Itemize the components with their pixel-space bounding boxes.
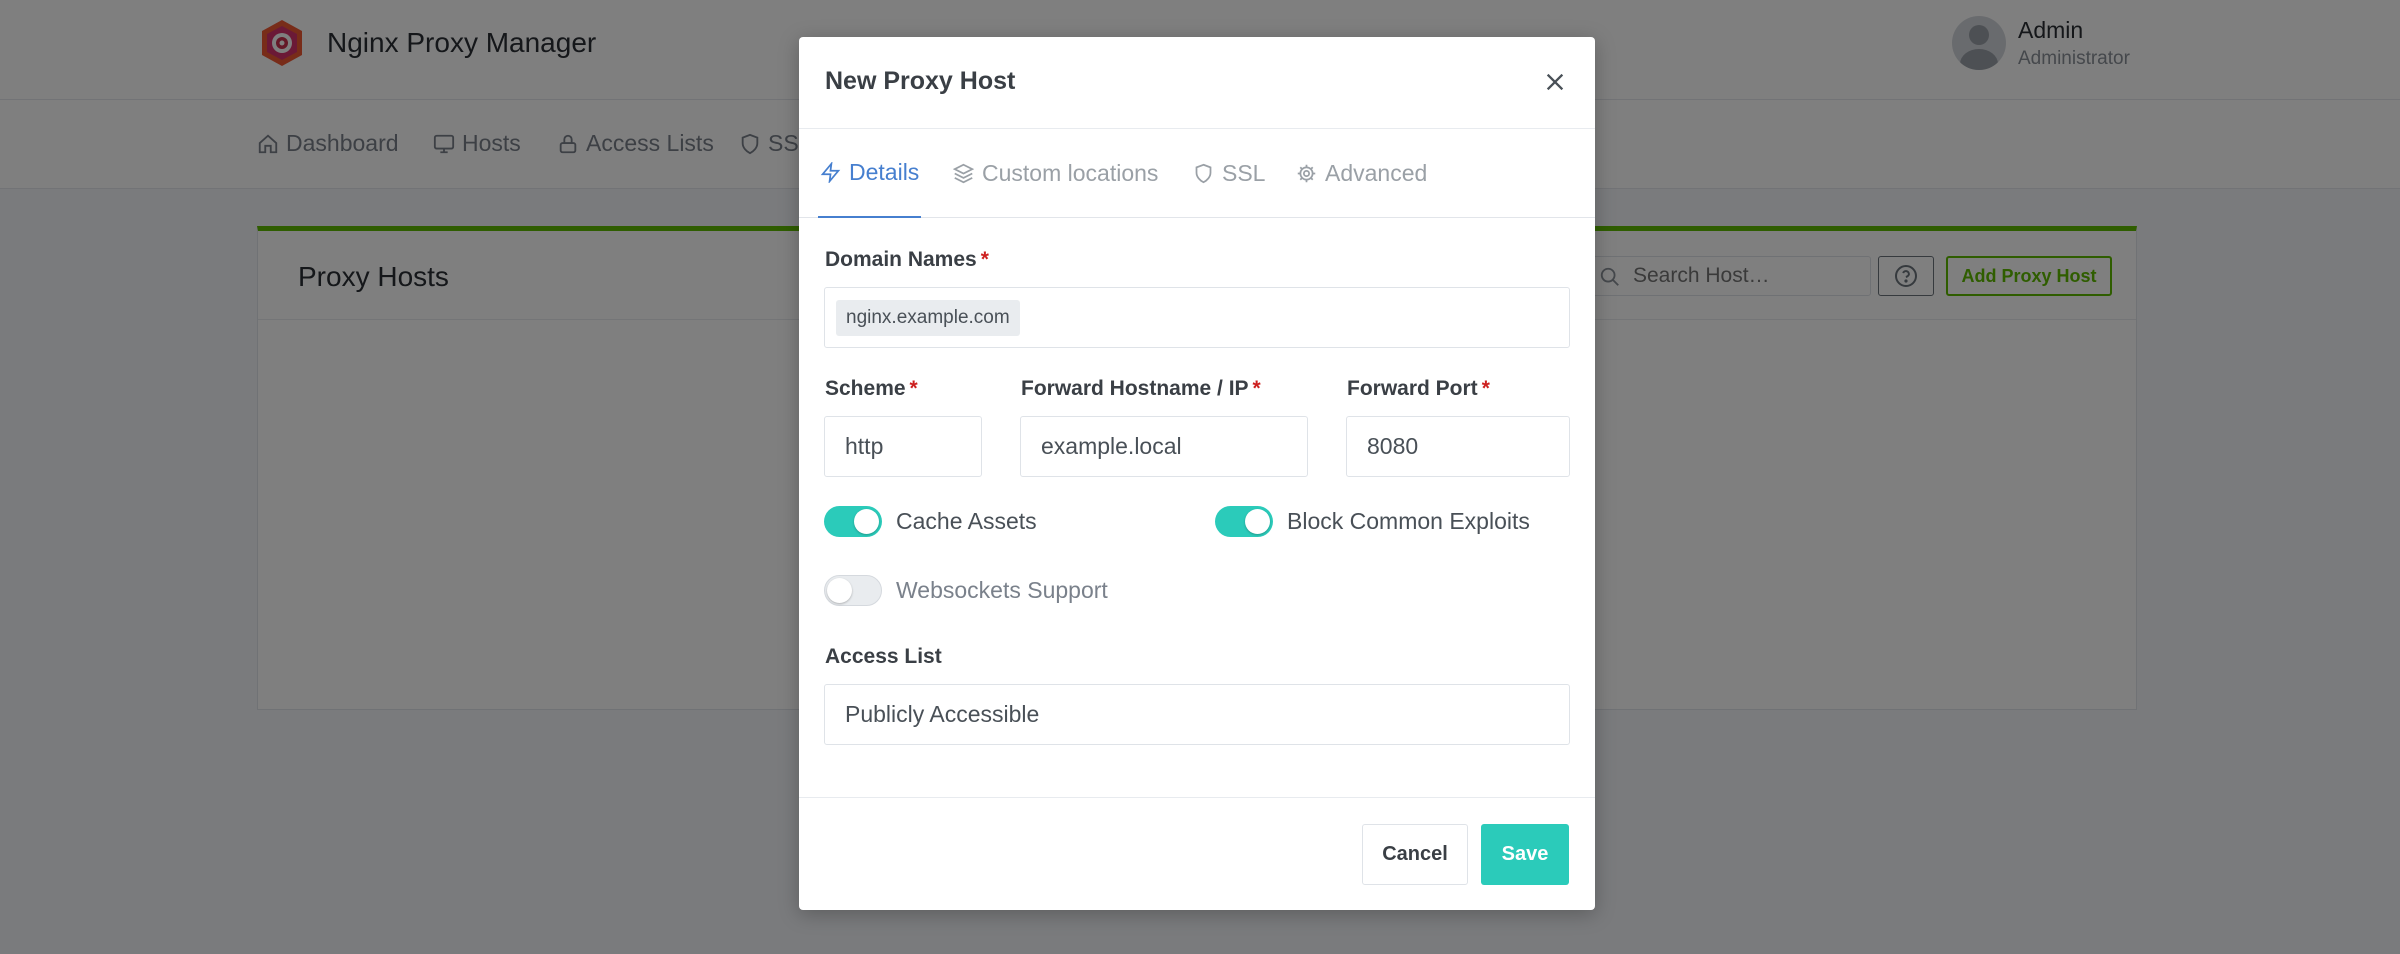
save-button[interactable]: Save [1481, 824, 1569, 885]
access-list-label: Access List [825, 645, 942, 668]
domain-tag[interactable]: nginx.example.com [836, 299, 1020, 336]
scheme-label: Scheme * [825, 377, 918, 400]
zap-icon [820, 162, 841, 183]
block-exploits-toggle-row[interactable]: Block Common Exploits [1215, 506, 1530, 537]
access-list-value: Publicly Accessible [845, 701, 1040, 727]
websockets-toggle-row[interactable]: Websockets Support [824, 575, 1108, 606]
modal-tabs: Details Custom locations SSL Advanced [799, 129, 1595, 218]
tab-details[interactable]: Details [818, 129, 922, 218]
access-list-select[interactable]: Publicly Accessible [824, 684, 1570, 745]
required-mark: * [980, 248, 989, 271]
close-icon [1546, 73, 1564, 91]
tab-ssl[interactable]: SSL [1193, 129, 1265, 218]
tab-label: Details [849, 159, 920, 185]
shield-icon [1195, 163, 1212, 184]
new-proxy-host-modal: New Proxy Host Details Custom locations … [799, 37, 1595, 910]
modal-footer: Cancel Save [799, 797, 1595, 910]
forward-port-input[interactable]: 8080 [1346, 416, 1570, 477]
gear-icon [1297, 164, 1316, 183]
tab-label: Advanced [1325, 160, 1428, 186]
required-mark: * [1481, 377, 1490, 400]
block-exploits-label: Block Common Exploits [1287, 508, 1530, 534]
websockets-label: Websockets Support [896, 577, 1108, 603]
tab-label: Custom locations [982, 160, 1159, 186]
scheme-select[interactable]: http [824, 416, 982, 477]
cancel-button[interactable]: Cancel [1362, 824, 1468, 885]
domain-names-input[interactable]: nginx.example.com [824, 287, 1570, 348]
layers-icon [953, 163, 974, 184]
close-button[interactable] [1537, 64, 1573, 100]
tab-advanced[interactable]: Advanced [1296, 129, 1427, 218]
domain-names-label: Domain Names * [825, 248, 989, 271]
forward-port-label: Forward Port * [1347, 377, 1490, 400]
tab-label: SSL [1222, 160, 1266, 186]
forward-port-value: 8080 [1367, 433, 1419, 459]
tab-custom-locations[interactable]: Custom locations [953, 129, 1158, 218]
cache-assets-toggle-row[interactable]: Cache Assets [824, 506, 1037, 537]
block-exploits-toggle[interactable] [1215, 506, 1273, 537]
scheme-value: http [845, 433, 884, 459]
cache-assets-label: Cache Assets [896, 508, 1037, 534]
cache-assets-toggle[interactable] [824, 506, 882, 537]
required-mark: * [1252, 377, 1261, 400]
required-mark: * [909, 377, 918, 400]
forward-hostname-input[interactable]: example.local [1020, 416, 1308, 477]
forward-hostname-label: Forward Hostname / IP * [1021, 377, 1261, 400]
websockets-toggle[interactable] [824, 575, 882, 606]
modal-title: New Proxy Host [825, 67, 1016, 95]
forward-hostname-value: example.local [1041, 433, 1182, 459]
